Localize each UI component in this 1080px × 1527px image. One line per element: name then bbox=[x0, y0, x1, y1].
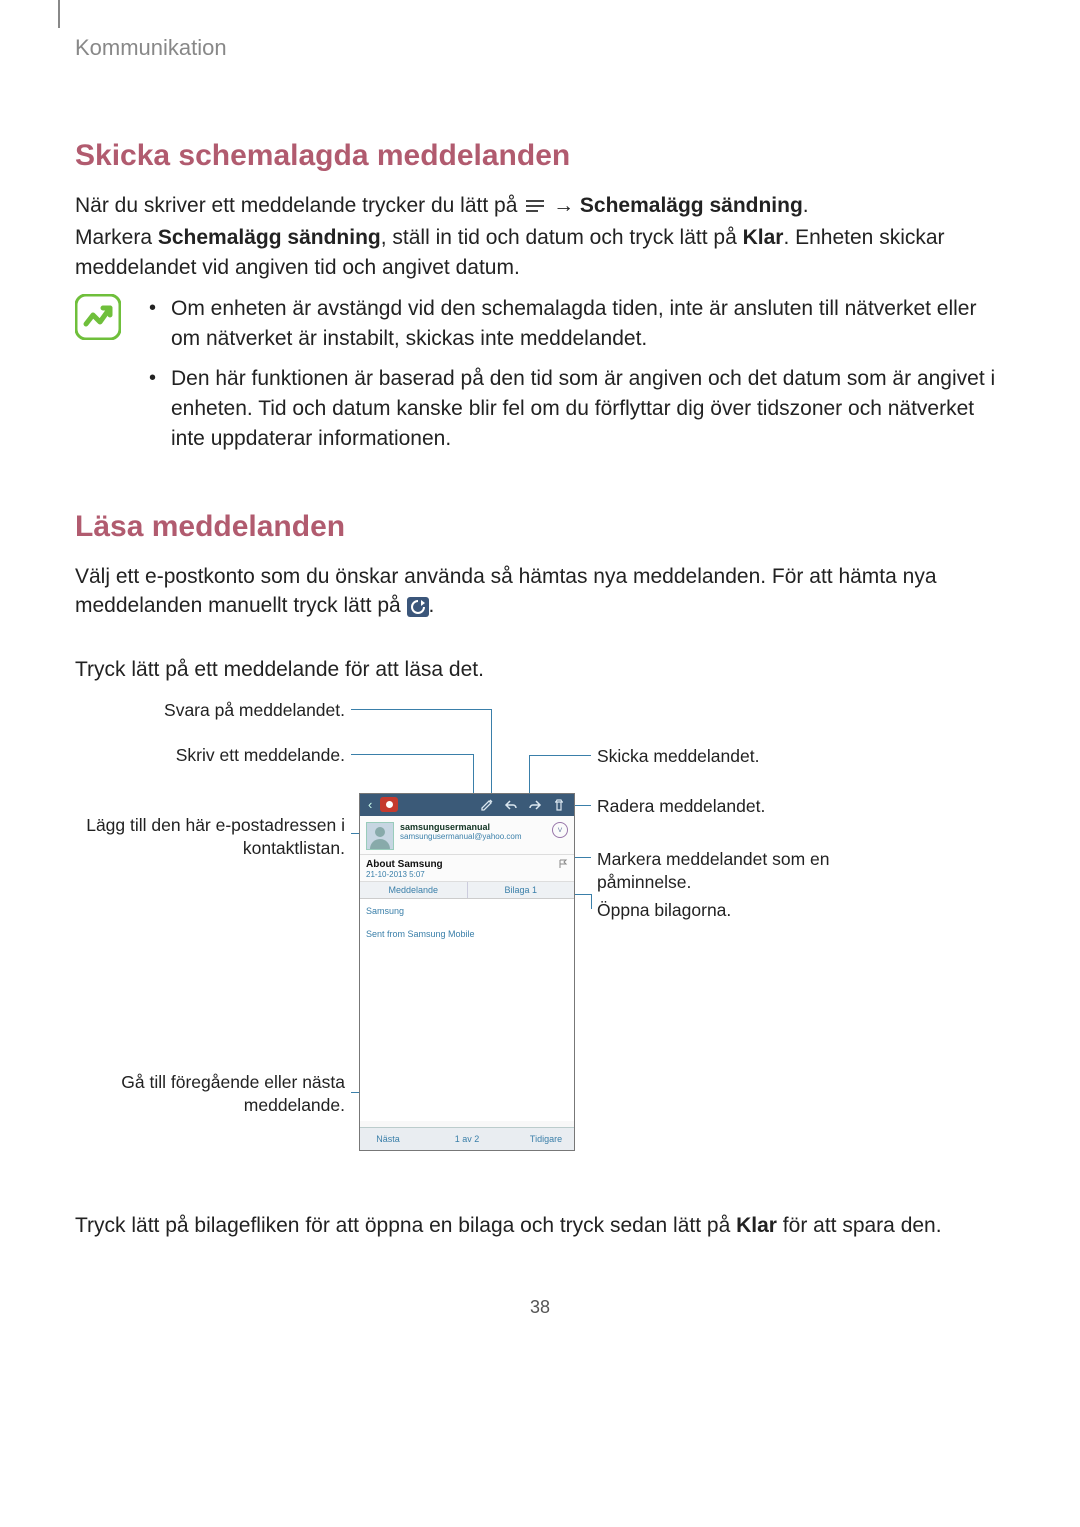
note-icon bbox=[75, 294, 121, 340]
callout-forward: Skicka meddelandet. bbox=[597, 745, 857, 768]
text: Tryck lätt på bilagefliken för att öppna… bbox=[75, 1214, 736, 1237]
phone-contact-row: samsungusermanual samsungusermanual@yaho… bbox=[360, 816, 574, 855]
body-line: Sent from Samsung Mobile bbox=[366, 928, 568, 942]
phone-subject-row: About Samsung 21-10-2013 5:07 bbox=[360, 855, 574, 882]
text: När du skriver ett meddelande trycker du… bbox=[75, 194, 523, 217]
note-item: Den här funktionen är baserad på den tid… bbox=[145, 364, 1005, 453]
nav-counter: 1 av 2 bbox=[416, 1134, 518, 1144]
phone-body: Samsung Sent from Samsung Mobile bbox=[360, 899, 574, 1121]
note-list: Om enheten är avstängd vid den schemalag… bbox=[145, 294, 1005, 463]
bottom-para: Tryck lätt på bilagefliken för att öppna… bbox=[75, 1211, 1005, 1241]
callout-attach: Öppna bilagorna. bbox=[597, 899, 857, 922]
read-para-1: Välj ett e-postkonto som du önskar använ… bbox=[75, 562, 1005, 622]
callout-delete: Radera meddelandet. bbox=[597, 795, 857, 818]
refresh-icon bbox=[407, 597, 429, 617]
heading-read: Läsa meddelanden bbox=[75, 510, 1005, 544]
text: . bbox=[803, 194, 809, 217]
note-block: Om enheten är avstängd vid den schemalag… bbox=[75, 294, 1005, 463]
schedule-para-2: Markera Schemalägg sändning, ställ in ti… bbox=[75, 223, 1005, 283]
expand-icon[interactable]: ˅ bbox=[552, 822, 568, 838]
tab-message[interactable]: Meddelande bbox=[360, 882, 468, 898]
contact-mail: samsungusermanual@yahoo.com bbox=[400, 832, 522, 841]
compose-icon[interactable] bbox=[479, 797, 495, 813]
callout-reply: Svara på meddelandet. bbox=[75, 699, 345, 722]
text: för att spara den. bbox=[777, 1214, 942, 1237]
phone-mock: ‹ sa bbox=[359, 793, 575, 1151]
read-para-2: Tryck lätt på ett meddelande för att läs… bbox=[75, 655, 1005, 685]
avatar[interactable] bbox=[366, 822, 394, 850]
subject-date: 21-10-2013 5:07 bbox=[366, 870, 568, 879]
arrow-text: → bbox=[553, 194, 580, 217]
forward-icon[interactable] bbox=[527, 797, 543, 813]
phone-topbar: ‹ bbox=[360, 794, 574, 816]
text: Välj ett e-postkonto som du önskar använ… bbox=[75, 565, 937, 618]
callout-prev-next: Gå till föregående eller nästa meddeland… bbox=[75, 1071, 345, 1117]
text: , ställ in tid och datum och tryck lätt … bbox=[381, 226, 743, 249]
heading-schedule: Skicka schemalagda meddelanden bbox=[75, 139, 1005, 173]
nav-next-button[interactable]: Nästa bbox=[360, 1134, 416, 1144]
bold-done: Klar bbox=[743, 226, 784, 249]
callout-compose: Skriv ett meddelande. bbox=[75, 744, 345, 767]
subject: About Samsung bbox=[366, 859, 568, 870]
bold-schedule-send: Schemalägg sändning bbox=[580, 194, 803, 217]
page-number: 38 bbox=[75, 1297, 1005, 1318]
contact-name: samsungusermanual bbox=[400, 822, 522, 832]
back-icon[interactable]: ‹ bbox=[364, 797, 376, 812]
page-header: Kommunikation bbox=[75, 35, 1005, 61]
flag-icon[interactable] bbox=[558, 859, 568, 869]
callout-add-contact: Lägg till den här e-postadressen i konta… bbox=[75, 814, 345, 860]
callout-remind: Markera meddelandet som en påminnelse. bbox=[597, 848, 877, 894]
text: Markera bbox=[75, 226, 158, 249]
record-icon[interactable] bbox=[380, 797, 398, 812]
text: . bbox=[429, 594, 435, 617]
bold-schedule-send: Schemalägg sändning bbox=[158, 226, 381, 249]
schedule-para-1: När du skriver ett meddelande trycker du… bbox=[75, 191, 1005, 221]
bold-done: Klar bbox=[736, 1214, 777, 1237]
note-item: Om enheten är avstängd vid den schemalag… bbox=[145, 294, 1005, 354]
tab-attachment[interactable]: Bilaga 1 bbox=[468, 882, 575, 898]
reply-icon[interactable] bbox=[503, 797, 519, 813]
phone-tabs: Meddelande Bilaga 1 bbox=[360, 882, 574, 899]
nav-prev-button[interactable]: Tidigare bbox=[518, 1134, 574, 1144]
menu-icon bbox=[525, 199, 545, 213]
message-diagram: Svara på meddelandet. Skriv ett meddelan… bbox=[75, 699, 1015, 1169]
body-line: Samsung bbox=[366, 905, 568, 919]
top-rule bbox=[58, 0, 60, 28]
delete-icon[interactable] bbox=[551, 797, 567, 813]
phone-nav: Nästa 1 av 2 Tidigare bbox=[360, 1127, 574, 1150]
